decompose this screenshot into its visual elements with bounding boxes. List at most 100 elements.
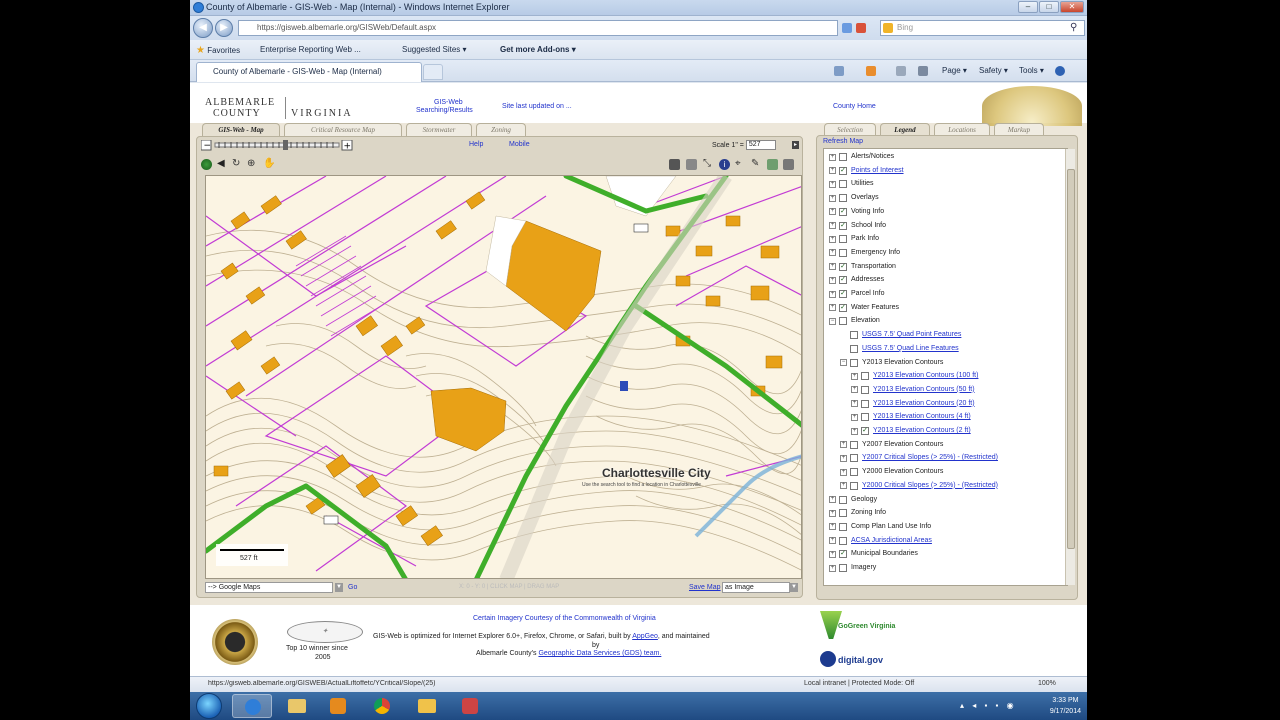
expand-icon[interactable]: + [829,167,836,175]
identify-icon[interactable]: i [719,159,730,170]
expand-icon[interactable]: + [829,180,836,188]
layer-row[interactable]: + Comp Plan Land Use Info [829,521,931,533]
save-format-select[interactable]: as Image [722,582,790,593]
layer-checkbox[interactable]: ✓ [861,427,869,435]
layer-checkbox[interactable]: ✓ [839,221,847,230]
feeds-icon[interactable] [866,66,876,76]
back-button[interactable]: ◀ [193,18,213,38]
expand-icon[interactable]: + [840,482,847,490]
layer-row[interactable]: + Y2007 Critical Slopes (> 25%) - (Restri… [840,452,998,464]
collapse-icon[interactable]: − [829,317,836,325]
layer-checkbox[interactable] [850,454,858,463]
expand-icon[interactable]: + [851,386,858,394]
layer-row[interactable]: + Y2013 Elevation Contours (4 ft) [851,411,971,423]
refresh-map-icon[interactable]: ↻ [232,159,243,170]
scrollbar-thumb[interactable] [1067,169,1075,549]
address-bar[interactable]: https://gisweb.albemarle.org/GISWeb/Defa… [238,20,838,36]
layer-label[interactable]: Y2013 Elevation Contours (50 ft) [873,386,975,393]
layer-checkbox[interactable]: ✓ [839,290,847,298]
layer-label[interactable]: Points of Interest [851,167,904,174]
expand-icon[interactable]: + [851,372,858,380]
search-results-link[interactable]: Searching/Results [416,107,473,114]
layer-row[interactable]: + ACSA Jurisdictional Areas [829,535,932,547]
layer-row[interactable]: + Y2000 Elevation Contours [840,466,943,478]
layer-label[interactable]: ACSA Jurisdictional Areas [851,537,932,544]
taskbar-chrome[interactable] [362,694,402,718]
email-map-icon[interactable] [686,159,697,170]
layer-row[interactable]: USGS 7.5' Quad Line Features [840,343,959,355]
layer-checkbox[interactable] [861,413,869,422]
expand-icon[interactable]: + [851,413,858,421]
layer-label[interactable]: Y2013 Elevation Contours (2 ft) [873,427,971,434]
layer-checkbox[interactable] [839,194,847,203]
stop-icon[interactable] [856,23,866,33]
fav-item-0[interactable]: Enterprise Reporting Web ... [260,45,361,54]
layer-checkbox[interactable] [861,385,869,394]
globe-icon[interactable] [201,159,212,170]
scale-input[interactable]: 527 [745,140,776,150]
layer-row[interactable]: + Y2007 Elevation Contours [840,439,943,451]
tab-zoning[interactable]: Zoning [476,123,526,136]
browser-tab[interactable]: County of Albemarle - GIS-Web - Map (Int… [196,62,422,82]
basemap-select[interactable]: --> Google Maps [205,582,333,593]
layer-checkbox[interactable]: ✓ [839,207,847,216]
taskbar-app[interactable] [450,694,490,718]
expand-icon[interactable]: + [829,276,836,284]
layer-checkbox[interactable] [839,317,847,326]
expand-icon[interactable]: + [829,509,836,517]
expand-icon[interactable]: + [851,400,858,408]
clock[interactable]: 3:33 PM 9/17/2014 [1050,695,1081,717]
layer-checkbox[interactable] [850,481,858,490]
layer-scrollbar[interactable] [1065,149,1075,585]
page-menu[interactable]: Page ▾ [942,66,967,75]
layer-checkbox[interactable] [839,564,847,572]
layer-label[interactable]: Y2007 Critical Slopes (> 25%) - (Restric… [862,454,998,461]
layer-label[interactable]: Y2013 Elevation Contours (20 ft) [873,400,975,407]
gds-link[interactable]: Geographic Data Services (GDS) team. [538,650,661,657]
county-home-link[interactable]: County Home [833,103,876,110]
mail-icon[interactable] [896,66,906,76]
safety-menu[interactable]: Safety ▾ [979,66,1008,75]
layer-checkbox[interactable] [850,344,858,353]
zoom-in-icon[interactable]: ⊕ [247,159,258,170]
expand-icon[interactable]: + [829,290,836,298]
layer-checkbox[interactable]: ✓ [839,262,847,271]
markup-pencil-icon[interactable]: ✎ [751,159,762,170]
layer-row[interactable]: + Y2000 Critical Slopes (> 25%) - (Restri… [840,480,998,492]
layer-checkbox[interactable] [839,248,847,257]
layer-row[interactable]: − Elevation [829,315,880,327]
layer-label[interactable]: Y2000 Critical Slopes (> 25%) - (Restric… [862,482,998,489]
print-icon[interactable] [918,66,928,76]
layer-row[interactable]: + ✓ Voting Info [829,206,884,218]
select-icon[interactable]: ⤡ [703,159,714,170]
refresh-map-link[interactable]: Refresh Map [823,138,863,145]
layer-checkbox[interactable] [850,468,858,477]
help-link[interactable]: Help [469,141,483,148]
start-button[interactable] [196,693,222,719]
layer-row[interactable]: + Overlays [829,192,879,204]
print-map-icon[interactable] [669,159,680,170]
layer-row[interactable]: + Imagery [829,562,876,574]
favorites-button[interactable]: ★ Favorites [196,45,240,56]
layer-row[interactable]: + ✓ Municipal Boundaries [829,548,918,560]
layer-row[interactable]: + ✓ Addresses [829,274,884,286]
forward-button[interactable]: ▶ [215,19,233,37]
layer-checkbox[interactable]: ✓ [839,303,847,312]
layer-row[interactable]: + Park Info [829,233,879,245]
layer-label[interactable]: USGS 7.5' Quad Line Features [862,345,959,352]
layer-row[interactable]: − Y2013 Elevation Contours [840,357,943,369]
layer-row[interactable]: + Y2013 Elevation Contours (50 ft) [851,384,975,396]
expand-icon[interactable]: + [829,222,836,229]
expand-icon[interactable]: + [829,153,836,161]
layer-checkbox[interactable]: ✓ [839,166,847,175]
layer-label[interactable]: Y2013 Elevation Contours (100 ft) [873,372,978,379]
layer-row[interactable]: USGS 7.5' Quad Point Features [840,329,961,341]
expand-icon[interactable]: + [829,194,836,202]
tools-menu[interactable]: Tools ▾ [1019,66,1044,75]
zoom-slider[interactable]: − + [200,139,353,152]
gis-web-link[interactable]: GIS-Web [434,99,463,106]
layer-checkbox[interactable] [839,495,847,504]
clear-icon[interactable] [783,159,794,170]
expand-icon[interactable]: + [840,468,847,476]
layer-row[interactable]: + ✓ Transportation [829,261,896,273]
